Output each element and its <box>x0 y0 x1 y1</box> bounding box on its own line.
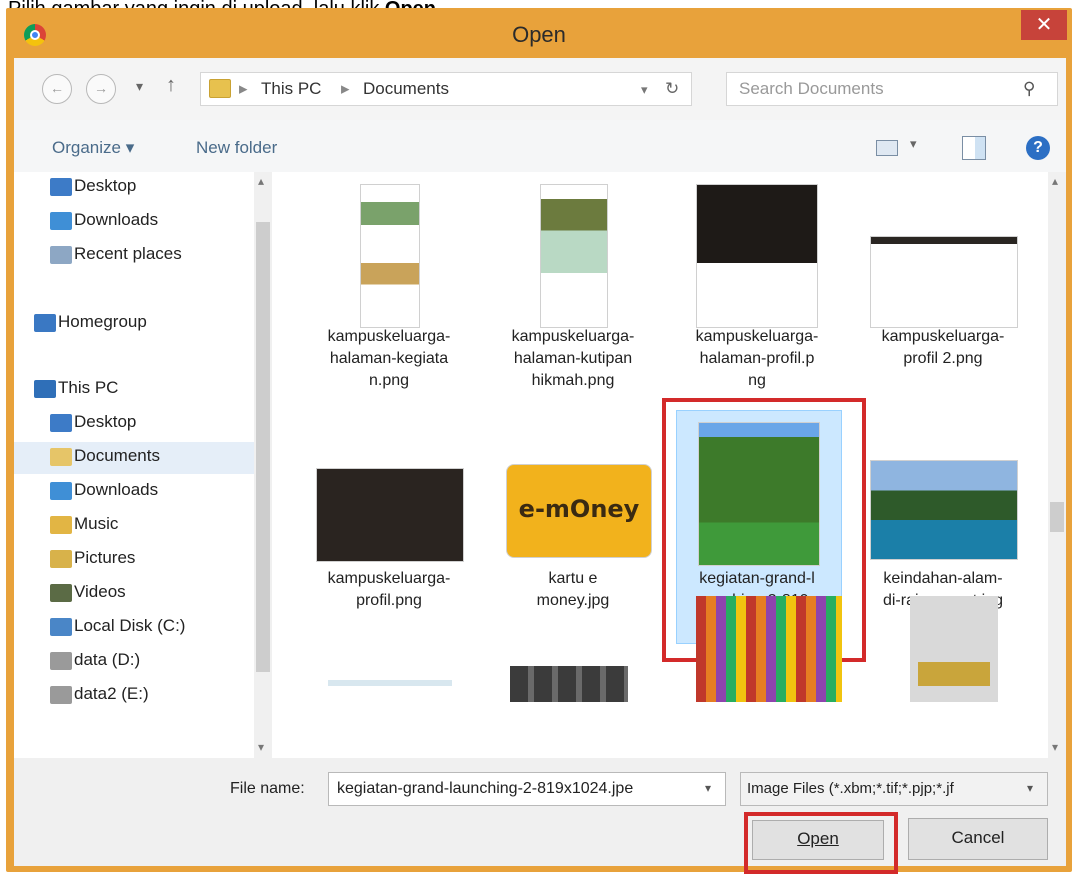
address-bar[interactable]: ▸ This PC ▸ Documents ▾ ↻ <box>200 72 692 106</box>
computer-icon <box>34 380 56 398</box>
scroll-up-icon[interactable]: ▴ <box>1052 174 1058 188</box>
file-thumbnail <box>540 184 608 328</box>
pictures-icon <box>50 550 72 568</box>
nav-item-desktop[interactable]: Desktop <box>74 412 136 432</box>
file-name-input[interactable]: kegiatan-grand-launching-2-819x1024.jpe … <box>328 772 726 806</box>
partial-thumbnail[interactable] <box>328 680 452 686</box>
nav-item-data2-e[interactable]: data2 (E:) <box>74 684 149 704</box>
open-dialog-window: Open ✕ ← → ▾ ↑ ▸ This PC ▸ Documents ▾ ↻… <box>6 8 1072 874</box>
file-tile[interactable]: kampuskeluarga-profil 2.png <box>862 176 1024 376</box>
nav-item-desktop[interactable]: Desktop <box>74 176 136 196</box>
file-name-label: kampuskeluarga-profil.png <box>327 570 451 609</box>
file-name-label: kampuskeluarga-profil 2.png <box>881 328 1005 367</box>
desktop-icon <box>50 414 72 432</box>
file-thumbnail <box>870 460 1018 560</box>
file-type-dropdown-icon[interactable]: ▾ <box>1027 781 1033 795</box>
file-thumbnail <box>316 468 464 562</box>
partial-thumbnail[interactable] <box>696 596 842 702</box>
file-name-label: kampuskeluarga-halaman-kutipan hikmah.png <box>511 328 635 389</box>
nav-item-local-disk-c[interactable]: Local Disk (C:) <box>74 616 185 636</box>
scroll-up-icon[interactable]: ▴ <box>258 174 264 188</box>
navigation-scroll-thumb[interactable] <box>256 222 270 672</box>
new-folder-button[interactable]: New folder <box>196 138 277 158</box>
desktop-icon <box>50 178 72 196</box>
drive-icon <box>50 686 72 704</box>
forward-button[interactable]: → <box>86 74 116 104</box>
organize-button[interactable]: Organize ▾ <box>52 138 134 158</box>
search-icon: ⚲ <box>1023 79 1036 98</box>
navigation-bar: ← → ▾ ↑ ▸ This PC ▸ Documents ▾ ↻ Search… <box>14 58 1066 120</box>
scroll-down-icon[interactable]: ▾ <box>1052 740 1058 754</box>
recent-locations-chevron-icon[interactable]: ▾ <box>136 78 143 95</box>
file-thumbnail <box>360 184 420 328</box>
file-list-scroll-thumb[interactable] <box>1050 502 1064 532</box>
file-name-label: kampuskeluarga-halaman-profil.p ng <box>695 328 819 389</box>
videos-icon <box>50 584 72 602</box>
homegroup-icon <box>34 314 56 332</box>
file-name-label: File name: <box>230 780 305 797</box>
file-name-area: File name: kegiatan-grand-launching-2-81… <box>14 758 1066 874</box>
dialog-client: ← → ▾ ↑ ▸ This PC ▸ Documents ▾ ↻ Search… <box>14 58 1066 874</box>
file-tile[interactable]: kampuskeluarga-halaman-kutipan hikmah.png <box>492 176 654 389</box>
search-input[interactable]: Search Documents <box>739 79 884 99</box>
breadcrumb-this-pc[interactable]: This PC <box>261 79 321 99</box>
cancel-button[interactable]: Cancel <box>908 818 1048 860</box>
nav-item-pictures[interactable]: Pictures <box>74 548 135 568</box>
nav-item-recent-places[interactable]: Recent places <box>74 244 182 264</box>
file-list: kampuskeluarga-halaman-kegiata n.png kampu… <box>272 172 1066 758</box>
file-thumbnail <box>696 184 818 328</box>
nav-item-downloads[interactable]: Downloads <box>74 210 158 230</box>
breadcrumb-separator-icon: ▸ <box>239 79 248 98</box>
file-tile[interactable]: e-mOney kartu e money.jpg <box>492 458 654 658</box>
thumbnail-text: e-mOney <box>518 495 640 523</box>
nav-item-downloads[interactable]: Downloads <box>74 480 158 500</box>
local-disk-icon <box>50 618 72 636</box>
folder-icon <box>209 79 231 98</box>
nav-item-documents[interactable]: Documents <box>74 446 160 466</box>
nav-item-this-pc[interactable]: This PC <box>58 378 118 398</box>
downloads-icon <box>50 482 72 500</box>
file-name-label: kartu e money.jpg <box>536 570 610 609</box>
preview-pane-icon[interactable] <box>962 136 986 160</box>
title-bar: Open ✕ <box>6 8 1072 58</box>
view-options-chevron-icon[interactable]: ▾ <box>910 136 917 152</box>
partial-thumbnail[interactable] <box>910 596 998 702</box>
command-toolbar: Organize ▾ New folder ▾ ? <box>14 120 1066 173</box>
downloads-icon <box>50 212 72 230</box>
nav-item-data-d[interactable]: data (D:) <box>74 650 140 670</box>
navigation-pane: Desktop Downloads Recent places Homegroup Th… <box>14 172 272 758</box>
partial-thumbnail[interactable] <box>510 666 628 702</box>
dialog-title: Open <box>512 22 566 47</box>
file-list-scrollbar[interactable]: ▴ ▾ <box>1048 172 1066 758</box>
drive-icon <box>50 652 72 670</box>
file-tile[interactable]: kampuskeluarga-halaman-profil.p ng <box>676 176 838 389</box>
file-thumbnail <box>870 236 1018 328</box>
file-tile[interactable]: kampuskeluarga-profil.png <box>308 458 470 658</box>
open-button-highlight <box>744 812 898 874</box>
refresh-icon[interactable]: ↻ <box>665 79 679 99</box>
recent-places-icon <box>50 246 72 264</box>
breadcrumb-documents[interactable]: Documents <box>363 79 449 99</box>
help-icon[interactable]: ? <box>1026 136 1050 160</box>
close-button[interactable]: ✕ <box>1021 10 1067 40</box>
file-type-select[interactable]: Image Files (*.xbm;*.tif;*.pjp;*.jf ▾ <box>740 772 1048 806</box>
breadcrumb-separator-icon: ▸ <box>341 79 350 98</box>
up-arrow-icon[interactable]: ↑ <box>166 74 176 97</box>
file-name-dropdown-icon[interactable]: ▾ <box>705 781 711 795</box>
nav-item-homegroup[interactable]: Homegroup <box>58 312 147 332</box>
scroll-down-icon[interactable]: ▾ <box>258 740 264 754</box>
address-dropdown-icon[interactable]: ▾ <box>641 82 648 98</box>
navigation-scrollbar[interactable]: ▴ ▾ <box>254 172 272 758</box>
music-icon <box>50 516 72 534</box>
back-button[interactable]: ← <box>42 74 72 104</box>
file-name-label: kampuskeluarga-halaman-kegiata n.png <box>327 328 451 389</box>
documents-icon <box>50 448 72 466</box>
nav-item-videos[interactable]: Videos <box>74 582 126 602</box>
search-box[interactable]: Search Documents ⚲ <box>726 72 1058 106</box>
file-thumbnail <box>698 422 820 566</box>
change-view-icon[interactable] <box>876 140 898 156</box>
file-thumbnail: e-mOney <box>506 464 652 558</box>
nav-item-music[interactable]: Music <box>74 514 118 534</box>
file-tile[interactable]: kampuskeluarga-halaman-kegiata n.png <box>308 176 470 389</box>
